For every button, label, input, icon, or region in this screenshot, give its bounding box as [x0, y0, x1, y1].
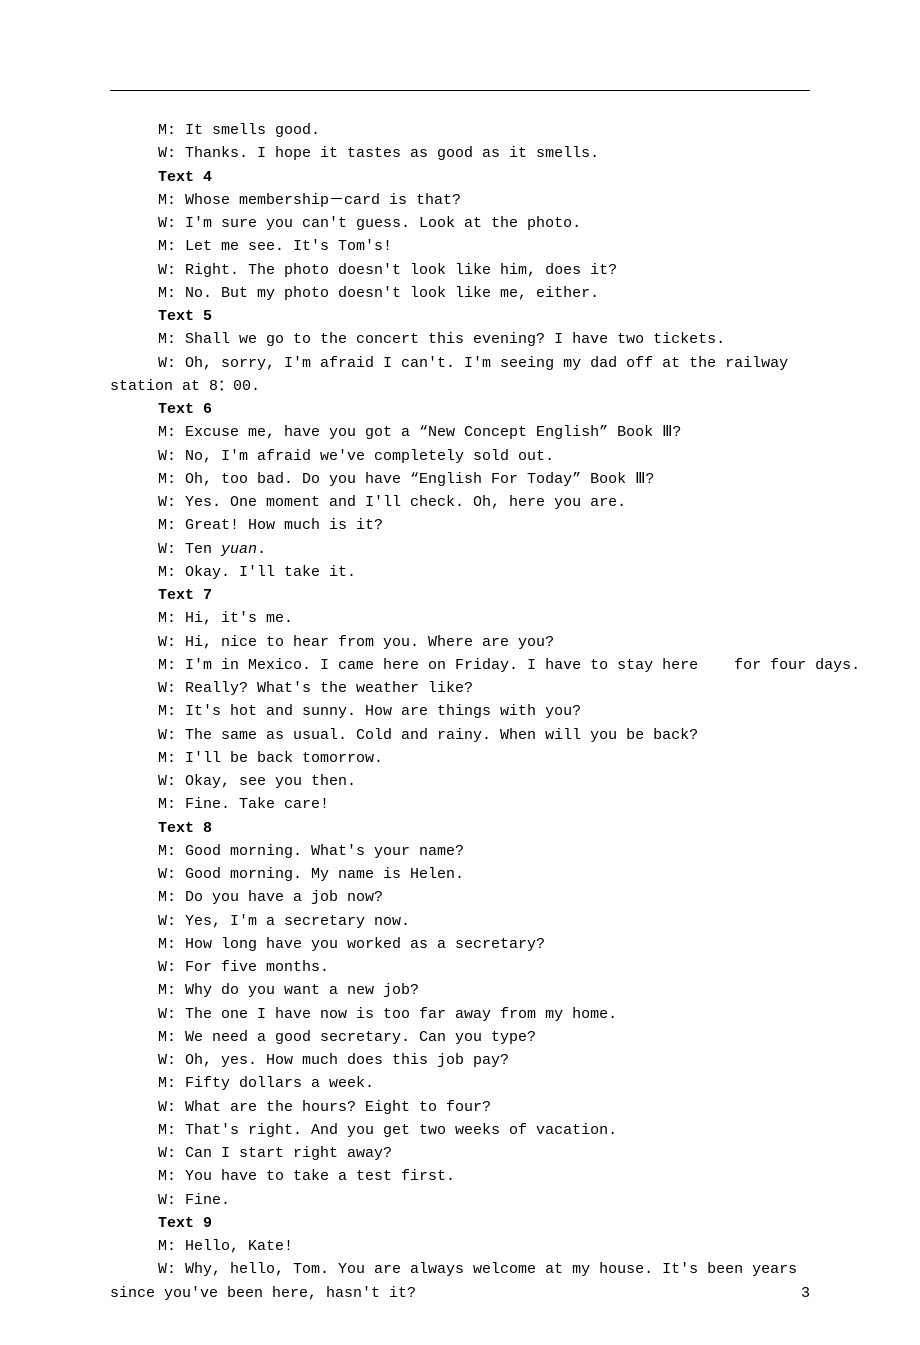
- dialogue-line: M: I'm in Mexico. I came here on Friday.…: [110, 654, 810, 677]
- dialogue-line: M: That's right. And you get two weeks o…: [110, 1119, 810, 1142]
- document-page: M: It smells good.W: Thanks. I hope it t…: [0, 0, 920, 1345]
- dialogue-line: W: Ten yuan.: [110, 538, 810, 561]
- dialogue-line: M: Why do you want a new job?: [110, 979, 810, 1002]
- dialogue-line: W: Oh, sorry, I'm afraid I can't. I'm se…: [110, 352, 810, 399]
- dialogue-line: W: Right. The photo doesn't look like hi…: [110, 259, 810, 282]
- dialogue-line: M: Okay. I'll take it.: [110, 561, 810, 584]
- dialogue-line: W: Good morning. My name is Helen.: [110, 863, 810, 886]
- dialogue-line: M: Fifty dollars a week.: [110, 1072, 810, 1095]
- dialogue-line: M: Do you have a job now?: [110, 886, 810, 909]
- dialogue-line: W: Oh, yes. How much does this job pay?: [110, 1049, 810, 1072]
- text-heading: Text 5: [110, 305, 810, 328]
- dialogue-line: M: Hello, Kate!: [110, 1235, 810, 1258]
- dialogue-line: M: Shall we go to the concert this eveni…: [110, 328, 810, 351]
- dialogue-line: W: I'm sure you can't guess. Look at the…: [110, 212, 810, 235]
- text-heading: Text 6: [110, 398, 810, 421]
- dialogue-line: W: Really? What's the weather like?: [110, 677, 810, 700]
- dialogue-line: M: How long have you worked as a secreta…: [110, 933, 810, 956]
- dialogue-line: W: Thanks. I hope it tastes as good as i…: [110, 142, 810, 165]
- text-heading: Text 8: [110, 817, 810, 840]
- dialogue-line: M: I'll be back tomorrow.: [110, 747, 810, 770]
- dialogue-line: W: Yes, I'm a secretary now.: [110, 910, 810, 933]
- dialogue-line: M: It's hot and sunny. How are things wi…: [110, 700, 810, 723]
- dialogue-line: M: We need a good secretary. Can you typ…: [110, 1026, 810, 1049]
- dialogue-line: W: The same as usual. Cold and rainy. Wh…: [110, 724, 810, 747]
- dialogue-line: W: What are the hours? Eight to four?: [110, 1096, 810, 1119]
- dialogue-line: W: Can I start right away?: [110, 1142, 810, 1165]
- dialogue-line: M: Good morning. What's your name?: [110, 840, 810, 863]
- document-body: M: It smells good.W: Thanks. I hope it t…: [110, 119, 810, 1305]
- dialogue-line: W: For five months.: [110, 956, 810, 979]
- dialogue-line: W: Okay, see you then.: [110, 770, 810, 793]
- dialogue-line: M: It smells good.: [110, 119, 810, 142]
- dialogue-line: W: Hi, nice to hear from you. Where are …: [110, 631, 810, 654]
- dialogue-line: M: Whose membership－card is that?: [110, 189, 810, 212]
- dialogue-line: W: Fine.: [110, 1189, 810, 1212]
- dialogue-line: M: Excuse me, have you got a “New Concep…: [110, 421, 810, 444]
- text-heading: Text 7: [110, 584, 810, 607]
- dialogue-line: W: Yes. One moment and I'll check. Oh, h…: [110, 491, 810, 514]
- horizontal-rule: [110, 90, 810, 91]
- dialogue-line: M: Let me see. It's Tom's!: [110, 235, 810, 258]
- page-number: 3: [801, 1282, 810, 1305]
- dialogue-line: M: Great! How much is it?: [110, 514, 810, 537]
- dialogue-line: M: Hi, it's me.: [110, 607, 810, 630]
- dialogue-line: M: No. But my photo doesn't look like me…: [110, 282, 810, 305]
- text-heading: Text 4: [110, 166, 810, 189]
- dialogue-line: M: Oh, too bad. Do you have “English For…: [110, 468, 810, 491]
- dialogue-line: W: The one I have now is too far away fr…: [110, 1003, 810, 1026]
- dialogue-line: W: No, I'm afraid we've completely sold …: [110, 445, 810, 468]
- dialogue-line: M: You have to take a test first.: [110, 1165, 810, 1188]
- text-heading: Text 9: [110, 1212, 810, 1235]
- dialogue-line: M: Fine. Take care!: [110, 793, 810, 816]
- dialogue-line: W: Why, hello, Tom. You are always welco…: [110, 1258, 810, 1305]
